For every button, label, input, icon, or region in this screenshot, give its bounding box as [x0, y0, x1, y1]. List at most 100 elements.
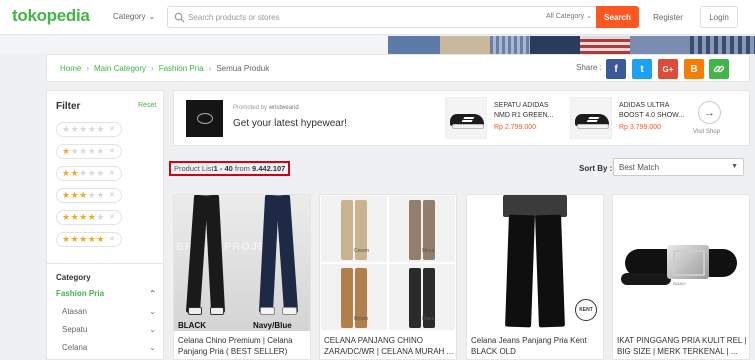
category-celana[interactable]: Celana ⌄	[62, 343, 156, 352]
product-card[interactable]: Cream Moca Brown Black CELANA PANJANG CH…	[319, 194, 457, 360]
star-icon: ★	[62, 146, 71, 156]
close-icon[interactable]: ✕	[109, 235, 115, 243]
product-image[interactable]: BRAVO PROJECT BLACK Navy/Blue Black	[174, 195, 310, 331]
top-header: tokopedia Category ⌄ All Category ⌄ Sear…	[0, 0, 755, 35]
product-image[interactable]: Cream Moca Brown Black	[320, 195, 456, 331]
rating-filter-1[interactable]: ★★★★★ ✕	[56, 144, 122, 159]
chevron-right-icon: ›	[86, 64, 90, 73]
rating-filter-5[interactable]: ★★★★★ ✕	[56, 232, 122, 247]
star-icon: ★	[79, 168, 88, 178]
category-label: Atasan	[62, 307, 87, 316]
promo-product-name[interactable]: ADIDAS ULTRA BOOST 4.0 SHOW...	[619, 101, 685, 121]
close-icon[interactable]: ✕	[109, 147, 115, 155]
star-rating: ★★★★★	[62, 235, 105, 244]
chevron-right-icon: ›	[151, 64, 154, 73]
filter-reset-link[interactable]: Reset	[138, 102, 156, 109]
promoted-shop-bar[interactable]: Promoted by wristwearid Get your latest …	[173, 90, 750, 146]
search-icon	[174, 12, 185, 23]
product-image[interactable]: KENT	[467, 195, 603, 331]
product-title[interactable]: IKAT PINGGANG PRIA KULIT REL | BIG SIZE …	[617, 335, 747, 357]
image-label: Black	[422, 316, 435, 322]
image-label: Navy/Blue Black	[253, 321, 292, 331]
twitter-share-button[interactable]: t	[632, 59, 652, 79]
tokopedia-logo[interactable]: tokopedia	[12, 6, 90, 26]
sort-select[interactable]: Best Match ▼	[613, 158, 744, 176]
promo-product-image[interactable]	[570, 97, 612, 139]
close-icon[interactable]: ✕	[109, 169, 115, 177]
close-icon[interactable]: ✕	[109, 191, 115, 199]
category-banner	[0, 36, 755, 54]
sort-by-label: Sort By :	[579, 164, 613, 173]
star-icon: ★	[96, 212, 105, 222]
filter-sidebar: Filter Reset ★★★★★ ✕ ★★★★★ ✕ ★★★★★ ✕ ★★★★★ ✕ ★★★…	[46, 90, 164, 360]
chevron-down-icon: ⌄	[149, 307, 156, 316]
facebook-share-button[interactable]: f	[606, 59, 626, 79]
facebook-icon: f	[614, 63, 618, 75]
blogger-icon: B	[690, 63, 698, 75]
star-icon: ★	[79, 124, 88, 134]
product-title[interactable]: Celana Chino Premium | Celana Panjang Pr…	[178, 335, 308, 357]
breadcrumb-bar: Home › Main Category › Fashion Pria › Se…	[46, 54, 750, 82]
chevron-right-icon: ›	[208, 64, 212, 73]
star-icon: ★	[96, 190, 105, 200]
product-list-total: 9.442.107	[251, 164, 286, 173]
star-icon: ★	[70, 212, 80, 222]
search-input[interactable]	[188, 10, 518, 25]
visit-shop-label[interactable]: Visit Shop	[693, 129, 720, 135]
star-icon: ★	[62, 124, 71, 134]
close-icon[interactable]: ✕	[109, 125, 115, 133]
product-card[interactable]: KENT Celana Jeans Panjang Pria Kent BLAC…	[466, 194, 604, 360]
breadcrumb-main-category[interactable]: Main Category	[94, 64, 146, 73]
rating-filter-3[interactable]: ★★★★★ ✕	[56, 188, 122, 203]
category-sepatu[interactable]: Sepatu ⌄	[62, 325, 156, 334]
twitter-icon: t	[640, 63, 644, 75]
star-icon: ★	[62, 212, 71, 222]
star-rating: ★★★★★	[62, 213, 105, 222]
product-title[interactable]: Celana Jeans Panjang Pria Kent BLACK OLD	[471, 335, 601, 357]
product-card[interactable]: BRAVO PROJECT BLACK Navy/Blue Black Cela…	[173, 194, 311, 360]
breadcrumb-fashion-pria[interactable]: Fashion Pria	[159, 64, 204, 73]
category-dropdown[interactable]: Category ⌄	[113, 12, 155, 21]
promo-product-image[interactable]	[445, 97, 487, 139]
login-button[interactable]: Login	[700, 6, 738, 28]
image-label: Moca	[422, 248, 435, 254]
star-icon: ★	[79, 212, 88, 222]
star-icon: ★	[79, 190, 88, 200]
category-label: Celana	[62, 343, 88, 352]
product-list-from: from	[232, 164, 252, 173]
visit-shop-button[interactable]: →	[698, 101, 721, 124]
rating-filter-2[interactable]: ★★★★★ ✕	[56, 166, 122, 181]
category-atasan[interactable]: Atasan ⌄	[62, 307, 156, 316]
register-button[interactable]: Register	[645, 6, 691, 28]
promo-product-name[interactable]: SEPATU ADIDAS NMD R1 GREEN...	[494, 101, 560, 121]
star-rating: ★★★★★	[62, 147, 105, 156]
product-list-range: 1 - 40	[213, 164, 233, 173]
product-image[interactable]: RIANO	[613, 195, 749, 331]
google-plus-share-button[interactable]: G+	[658, 59, 678, 79]
blogger-share-button[interactable]: B	[684, 59, 704, 79]
shop-logo[interactable]	[186, 100, 223, 137]
product-card[interactable]: RIANO IKAT PINGGANG PRIA KULIT REL | BIG…	[612, 194, 750, 360]
rating-filter-0[interactable]: ★★★★★ ✕	[56, 122, 122, 137]
search-category-label: All Category	[546, 12, 585, 20]
product-title[interactable]: CELANA PANJANG CHINO ZARA/DC/WR | CELANA…	[324, 335, 454, 357]
category-fashion-pria[interactable]: Fashion Pria ⌃	[56, 289, 156, 298]
link-icon	[713, 65, 725, 73]
copy-link-button[interactable]	[709, 59, 729, 79]
brand-label: RIANO	[673, 281, 686, 286]
search-category-select[interactable]: All Category ⌄	[546, 12, 593, 21]
shop-name[interactable]: wristwearid	[269, 105, 299, 111]
chevron-down-icon: ⌄	[149, 343, 156, 352]
close-icon[interactable]: ✕	[109, 213, 115, 221]
promoted-by-label: Promoted by	[233, 105, 268, 111]
breadcrumb-home[interactable]: Home	[60, 64, 81, 73]
chevron-up-icon: ⌃	[149, 289, 156, 298]
filter-title: Filter	[56, 101, 81, 112]
search-button[interactable]: Search	[596, 6, 639, 28]
star-rating: ★★★★★	[62, 191, 105, 200]
star-icon: ★	[79, 234, 88, 244]
promo-tagline: Get your latest hypewear!	[233, 118, 347, 129]
star-icon: ★	[70, 124, 80, 134]
rating-filter-4[interactable]: ★★★★★ ✕	[56, 210, 122, 225]
chevron-down-icon: ⌄	[586, 13, 593, 20]
